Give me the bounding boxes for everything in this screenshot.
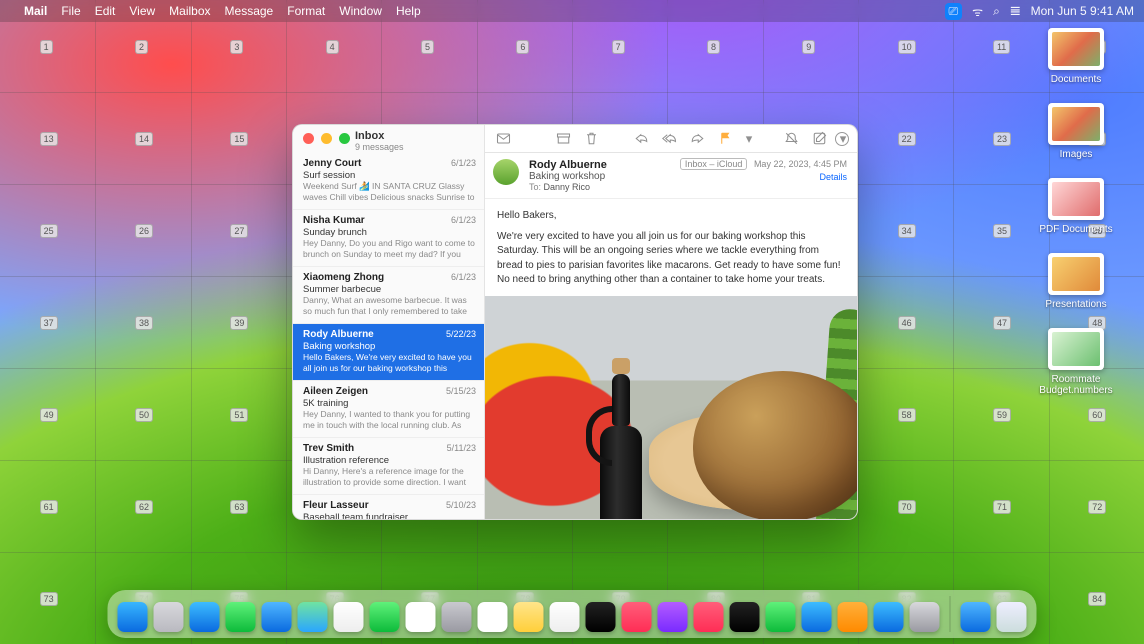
mailbox-message-count: 9 messages — [355, 142, 476, 152]
dock-app-facetime[interactable] — [370, 602, 400, 632]
flag-chevron-icon[interactable]: ▾ — [745, 131, 753, 147]
sender-avatar — [493, 159, 519, 185]
dock-app-news[interactable] — [694, 602, 724, 632]
clock[interactable]: Mon Jun 5 9:41 AM — [1031, 4, 1134, 18]
window-zoom-button[interactable] — [339, 133, 350, 144]
compose-icon[interactable] — [811, 131, 827, 147]
dock-app-maps[interactable] — [298, 602, 328, 632]
reader-attachment-image — [485, 296, 857, 520]
menu-help[interactable]: Help — [396, 4, 421, 18]
dock-app-pages[interactable] — [838, 602, 868, 632]
dock-trash[interactable] — [997, 602, 1027, 632]
window-minimize-button[interactable] — [321, 133, 332, 144]
dock-app-mail[interactable] — [262, 602, 292, 632]
dock-app-system-settings[interactable] — [910, 602, 940, 632]
dock-app-freeform[interactable] — [550, 602, 580, 632]
message-row[interactable]: Aileen Zeigen5/15/235K trainingHey Danny… — [293, 381, 484, 438]
message-row[interactable]: Trev Smith5/11/23Illustration referenceH… — [293, 438, 484, 495]
message-list-pane: Inbox 9 messages Jenny Court6/1/23Surf s… — [293, 125, 485, 519]
spotlight-icon[interactable]: ⌕ — [993, 4, 1000, 19]
reader-folder: Inbox – iCloud May 22, 2023, 4:45 PM — [680, 159, 847, 169]
menu-file[interactable]: File — [61, 4, 80, 18]
mute-icon[interactable] — [783, 131, 799, 147]
dock-app-stocks[interactable] — [730, 602, 760, 632]
desktop-icon-roommate-budget-numbers[interactable]: Roommate Budget.numbers — [1026, 328, 1126, 396]
reader-to-line: To: Danny Rico — [529, 182, 847, 192]
reader-body: Hello Bakers, We're very excited to have… — [485, 199, 857, 288]
menu-format[interactable]: Format — [287, 4, 325, 18]
envelope-icon[interactable] — [495, 131, 511, 147]
archive-icon[interactable] — [555, 131, 571, 147]
desktop-icon-images[interactable]: Images — [1026, 103, 1126, 160]
message-row[interactable]: Xiaomeng Zhong6/1/23Summer barbecueDanny… — [293, 267, 484, 324]
reply-all-icon[interactable] — [661, 131, 677, 147]
dock-app-keynote[interactable] — [802, 602, 832, 632]
dock-app-reminders[interactable] — [478, 602, 508, 632]
message-row[interactable]: Fleur Lasseur5/10/23Baseball team fundra… — [293, 495, 484, 519]
reader-toolbar: ▾ ▾ — [485, 125, 857, 153]
desktop-icons-column: Documents Images PDF Documents Presentation… — [1016, 28, 1136, 396]
dock-app-podcasts[interactable] — [658, 602, 688, 632]
mailbox-title: Inbox — [355, 130, 476, 142]
status-menus: ⎚ ᯤ ⌕ 𝌆 Mon Jun 5 9:41 AM — [945, 3, 1134, 20]
screen-mirroring-icon[interactable]: ⎚ — [945, 3, 963, 20]
window-traffic-lights — [303, 133, 350, 144]
reply-icon[interactable] — [633, 131, 649, 147]
message-row[interactable]: Nisha Kumar6/1/23Sunday brunchHey Danny,… — [293, 210, 484, 267]
dock — [108, 590, 1037, 638]
message-row[interactable]: Jenny Court6/1/23Surf sessionWeekend Sur… — [293, 153, 484, 210]
reader-body-text: We're very excited to have you all join … — [497, 230, 845, 288]
menu-window[interactable]: Window — [339, 4, 382, 18]
desktop-icon-pdf-documents[interactable]: PDF Documents — [1026, 178, 1126, 235]
dock-app-calendar[interactable] — [406, 602, 436, 632]
dock-downloads[interactable] — [961, 602, 991, 632]
dock-app-music[interactable] — [622, 602, 652, 632]
dock-app-photos[interactable] — [334, 602, 364, 632]
dock-app-notes[interactable] — [514, 602, 544, 632]
menu-view[interactable]: View — [129, 4, 155, 18]
reader-greeting: Hello Bakers, — [497, 209, 845, 224]
reader-details-link[interactable]: Details — [680, 172, 847, 182]
menu-edit[interactable]: Edit — [95, 4, 116, 18]
desktop-icon-documents[interactable]: Documents — [1026, 28, 1126, 85]
trash-icon[interactable] — [583, 131, 599, 147]
desktop-icon-presentations[interactable]: Presentations — [1026, 253, 1126, 310]
wifi-icon[interactable]: ᯤ — [972, 3, 983, 20]
dock-app-app-store[interactable] — [874, 602, 904, 632]
menu-message[interactable]: Message — [225, 4, 274, 18]
window-close-button[interactable] — [303, 133, 314, 144]
dock-app-safari[interactable] — [190, 602, 220, 632]
flag-icon[interactable] — [717, 131, 733, 147]
forward-icon[interactable] — [689, 131, 705, 147]
reader-header: Rody Albuerne Baking workshop To: Danny … — [485, 153, 857, 199]
dock-app-tv[interactable] — [586, 602, 616, 632]
menu-mailbox[interactable]: Mailbox — [169, 4, 210, 18]
dock-app-finder[interactable] — [118, 602, 148, 632]
dock-app-launchpad[interactable] — [154, 602, 184, 632]
control-center-icon[interactable]: 𝌆 — [1010, 4, 1021, 18]
app-menu[interactable]: Mail — [24, 4, 47, 18]
dock-app-contacts[interactable] — [442, 602, 472, 632]
menu-bar: Mail File Edit View Mailbox Message Format Win… — [0, 0, 1144, 22]
dock-app-numbers[interactable] — [766, 602, 796, 632]
dock-app-messages[interactable] — [226, 602, 256, 632]
compose-chevron-icon[interactable]: ▾ — [839, 131, 847, 147]
message-row[interactable]: Rody Albuerne5/22/23Baking workshopHello… — [293, 324, 484, 381]
mail-window: Inbox 9 messages Jenny Court6/1/23Surf s… — [292, 124, 858, 520]
message-reader-pane: ▾ ▾ Rody Albuerne Baking workshop To: Da… — [485, 125, 857, 519]
